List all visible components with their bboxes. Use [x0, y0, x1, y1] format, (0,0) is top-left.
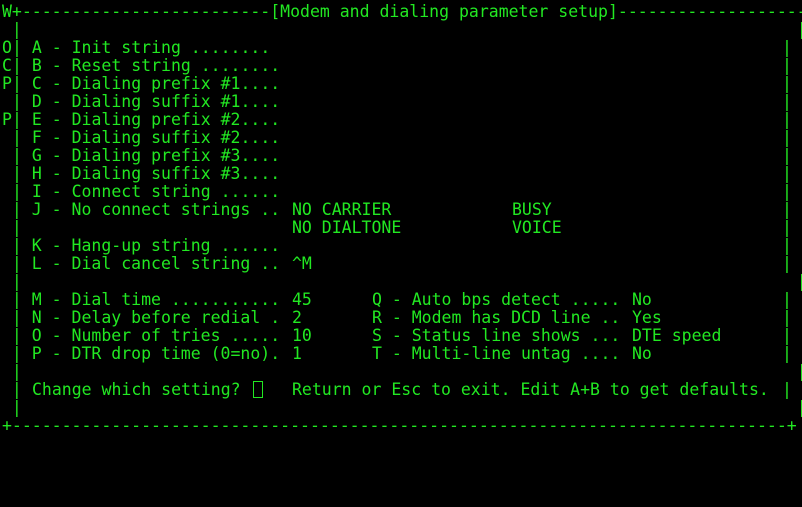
setting-value-l: ^M — [292, 254, 312, 273]
setting-row-k[interactable]: | K - Hang-up string ...... | — [2, 237, 792, 255]
right-border: | — [782, 182, 792, 201]
setting-row-f[interactable]: | F - Dialing suffix #2.... | — [2, 129, 792, 147]
setting-label-b[interactable]: | B - Reset string ........ — [12, 57, 280, 75]
no-connect-value: NO DIALTONE — [292, 218, 402, 237]
right-border: | — [782, 326, 792, 345]
setting-row-c[interactable]: P | C - Dialing prefix #1.... | — [2, 74, 792, 93]
setting-label-h[interactable]: | H - Dialing suffix #3.... — [12, 165, 280, 183]
no-connect-value: NO CARRIER — [292, 200, 392, 219]
setting-label-o[interactable]: | O - Number of tries ..... — [2, 327, 280, 345]
setting-label-a[interactable]: | A - Init string ........ — [12, 39, 270, 57]
right-border: | — [782, 92, 792, 111]
right-border: | — [782, 38, 792, 57]
right-border: | — [782, 236, 792, 255]
setting-label-s[interactable]: S - Status line shows ... — [372, 327, 620, 345]
blank-row: | | — [2, 20, 802, 39]
blank-row: | | — [2, 362, 802, 381]
setting-label-n[interactable]: | N - Delay before redial . — [2, 309, 280, 327]
left-border: | — [2, 380, 22, 399]
setting-label-r[interactable]: R - Modem has DCD line .. — [372, 309, 620, 327]
setting-value-r: Yes — [632, 308, 662, 327]
blank-row: | | — [2, 272, 802, 291]
setting-value-s: DTE speed — [632, 326, 722, 345]
terminal-screen: W+-------------------------[Modem and di… — [2, 3, 802, 435]
setting-row-e[interactable]: P | E - Dialing prefix #2.... | — [2, 110, 792, 129]
setting-row-a[interactable]: O | A - Init string ........ | — [2, 38, 792, 57]
setting-row-d[interactable]: | D - Dialing suffix #1.... | — [2, 93, 792, 111]
setting-label-f[interactable]: | F - Dialing suffix #2.... — [12, 129, 280, 147]
param-row-n-r[interactable]: | N - Delay before redial . 2 R - Modem … — [2, 309, 792, 327]
edge-letter: P — [2, 110, 12, 129]
prompt-row: | Change which setting? Return or Esc to… — [2, 380, 792, 399]
setting-value-o: 10 — [292, 326, 312, 345]
right-border: | — [782, 200, 792, 219]
setting-row-l[interactable]: | L - Dial cancel string .. ^M | — [2, 255, 792, 273]
no-connect-value: VOICE — [512, 218, 562, 237]
param-row-m-q[interactable]: | M - Dial time ........... 45 Q - Auto … — [2, 291, 792, 309]
param-row-o-s[interactable]: | O - Number of tries ..... 10 S - Statu… — [2, 327, 792, 345]
setting-label-q[interactable]: Q - Auto bps detect ..... — [372, 291, 620, 309]
setting-row-i[interactable]: | I - Connect string ...... | — [2, 183, 792, 201]
window-bottom-border: +---------------------------------------… — [2, 416, 797, 435]
input-cursor[interactable] — [253, 381, 263, 398]
right-border: | — [782, 344, 792, 363]
window-top-border: W+-------------------------[Modem and di… — [2, 3, 802, 21]
prompt-hint: Return or Esc to exit. Edit A+B to get d… — [292, 380, 769, 399]
setting-label-m[interactable]: | M - Dial time ........... — [2, 291, 280, 309]
setting-row-j[interactable]: | J - No connect strings .. NO CARRIER B… — [2, 201, 792, 219]
right-border: | — [782, 56, 792, 75]
right-border: | — [782, 146, 792, 165]
setting-value-p: 1 — [292, 344, 302, 363]
setting-row-j-continued: | NO DIALTONE VOICE | — [2, 218, 792, 237]
setting-row-g[interactable]: | G - Dialing prefix #3.... | — [2, 147, 792, 165]
setting-label-j[interactable]: | J - No connect strings .. — [2, 201, 280, 219]
right-border: | — [782, 74, 792, 93]
setting-label-k[interactable]: | K - Hang-up string ...... — [2, 237, 280, 255]
left-border: | — [2, 218, 22, 237]
window-title-bar: W+-------------------------[Modem and di… — [2, 2, 802, 21]
right-border: | — [782, 254, 792, 273]
setting-label-e[interactable]: | E - Dialing prefix #2.... — [12, 111, 280, 129]
setting-label-l[interactable]: | L - Dial cancel string .. — [2, 255, 280, 273]
edge-letter: O — [2, 38, 12, 57]
setting-label-p[interactable]: | P - DTR drop time (0=no). — [2, 345, 280, 363]
edge-letter: P — [2, 74, 12, 93]
setting-label-t[interactable]: T - Multi-line untag .... — [372, 345, 620, 363]
right-border: | — [782, 110, 792, 129]
setting-label-d[interactable]: | D - Dialing suffix #1.... — [12, 93, 280, 111]
setting-row-b[interactable]: C | B - Reset string ........ | — [2, 56, 792, 75]
right-border: | — [782, 290, 792, 309]
setting-value-q: No — [632, 290, 652, 309]
right-border: | — [782, 128, 792, 147]
blank-row: | | — [2, 398, 802, 417]
param-row-p-t[interactable]: | P - DTR drop time (0=no). 1 T - Multi-… — [2, 345, 792, 363]
setting-label-g[interactable]: | G - Dialing prefix #3.... — [12, 147, 280, 165]
edge-letter: C — [2, 56, 12, 75]
right-border: | — [782, 308, 792, 327]
right-border: | — [782, 164, 792, 183]
setting-row-h[interactable]: | H - Dialing suffix #3.... | — [2, 165, 792, 183]
prompt-question: Change which setting? — [32, 380, 241, 399]
setting-value-n: 2 — [292, 308, 302, 327]
right-border: | — [782, 380, 792, 399]
setting-value-m: 45 — [292, 290, 312, 309]
setting-label-c[interactable]: | C - Dialing prefix #1.... — [12, 75, 280, 93]
setting-label-i[interactable]: | I - Connect string ...... — [12, 183, 280, 201]
right-border: | — [782, 218, 792, 237]
no-connect-value: BUSY — [512, 200, 552, 219]
setting-value-t: No — [632, 344, 652, 363]
